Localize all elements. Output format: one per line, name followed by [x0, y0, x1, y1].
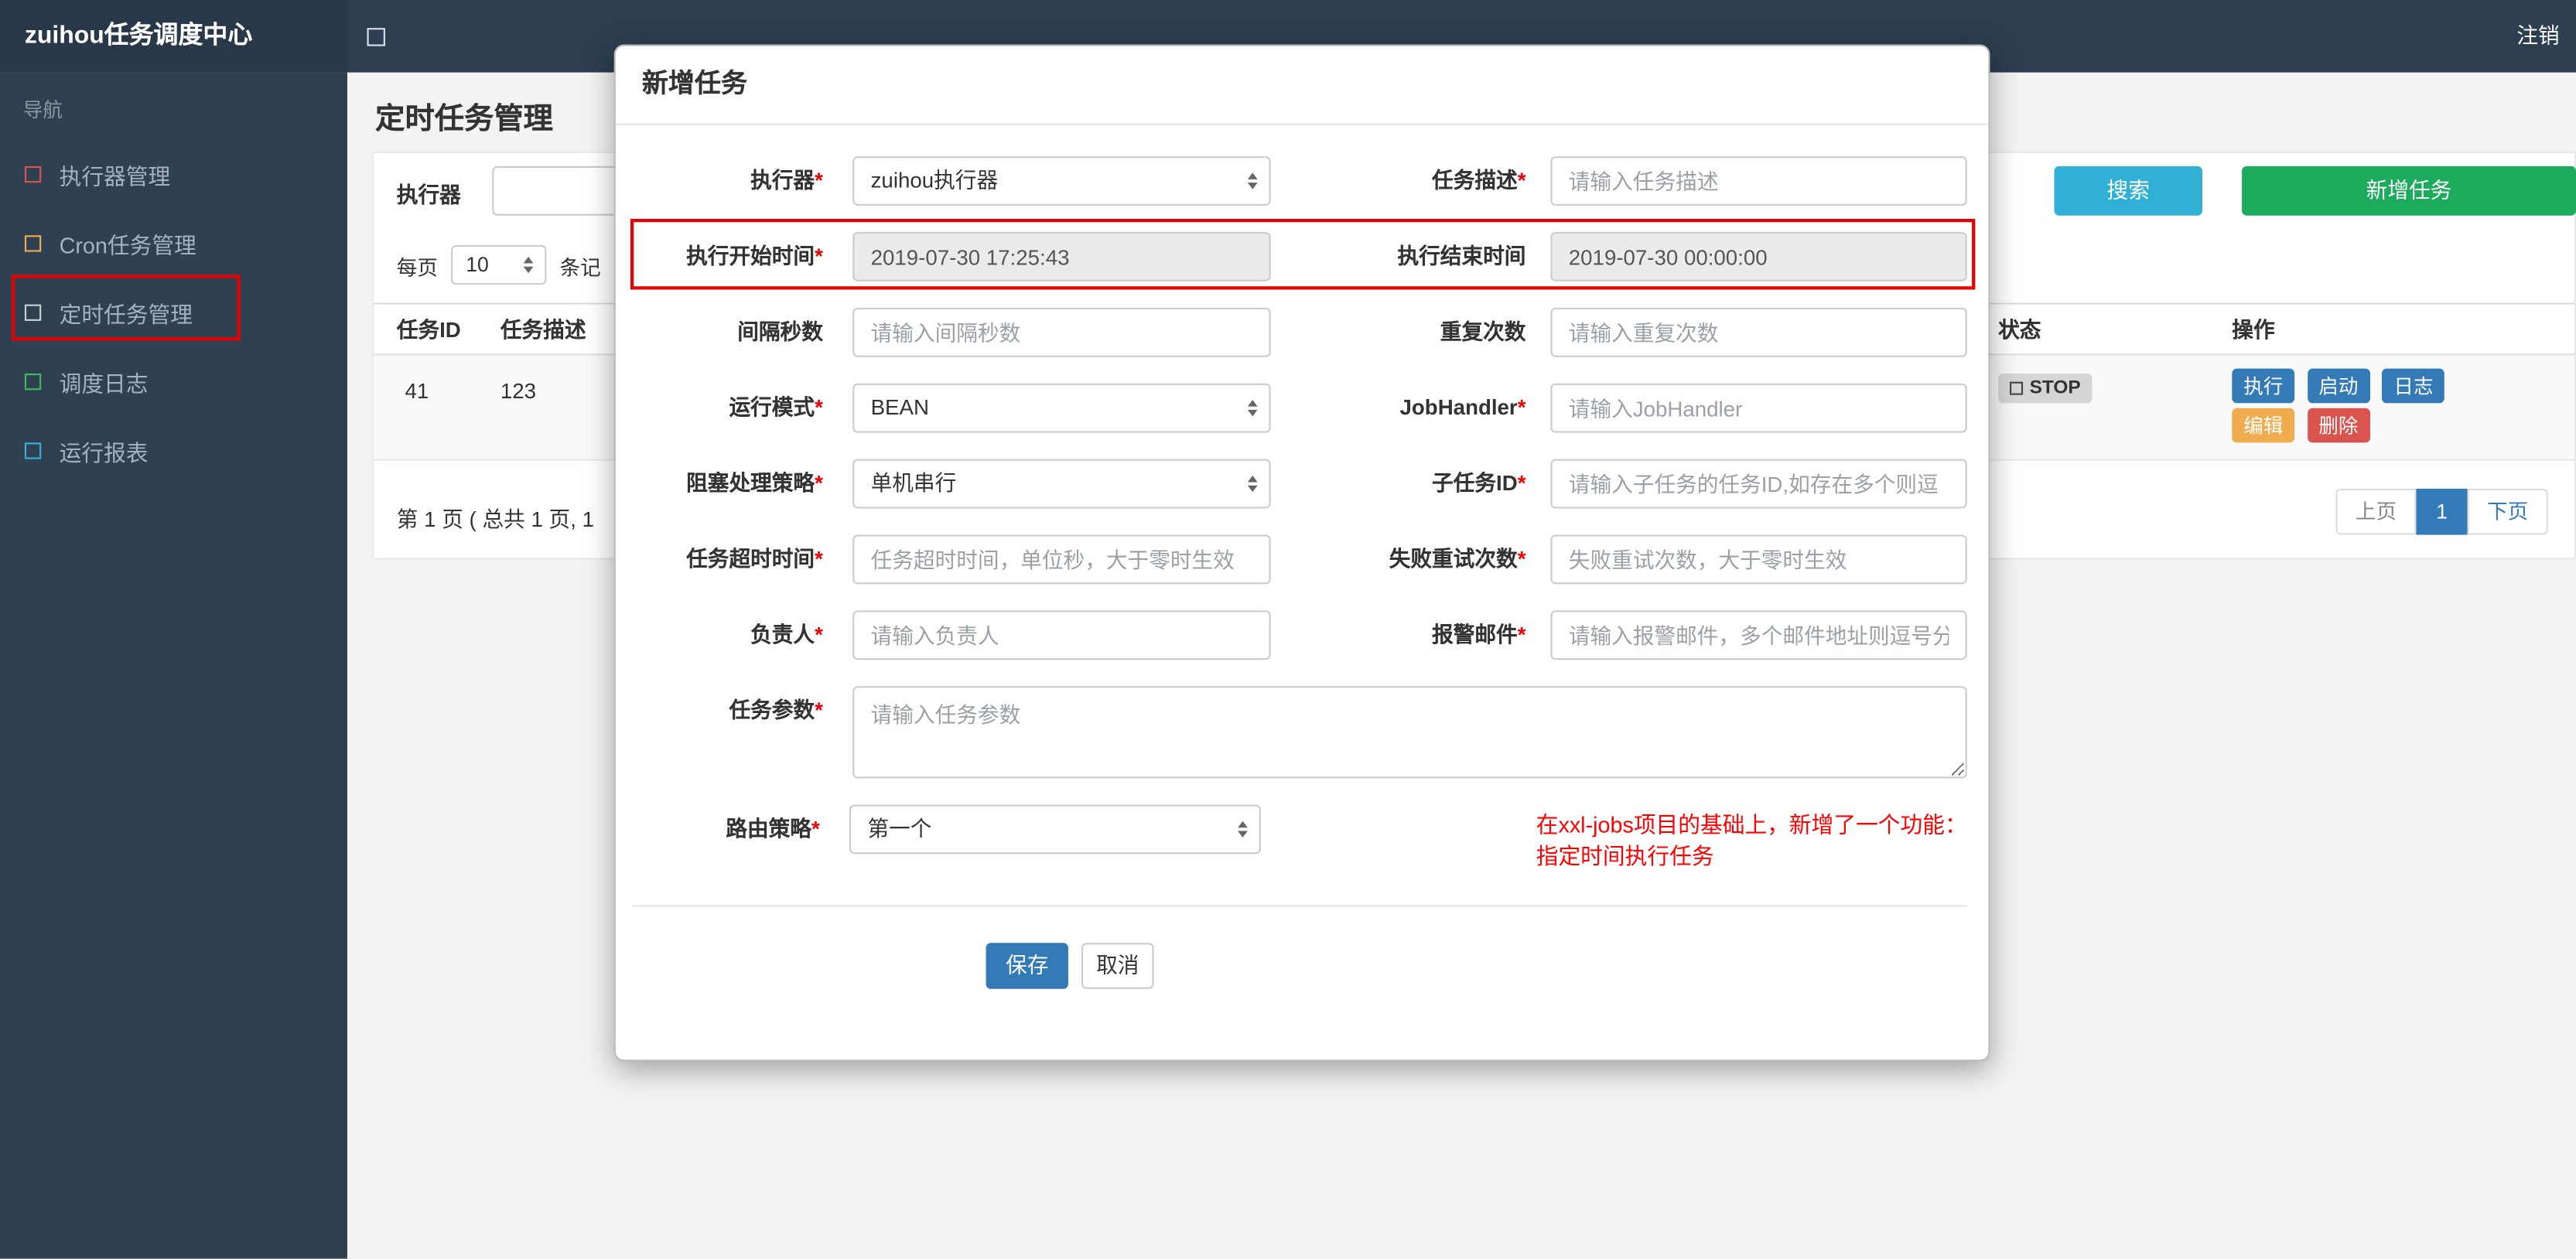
square-icon — [24, 235, 42, 252]
run-button[interactable]: 执行 — [2232, 368, 2295, 404]
interval-input[interactable] — [852, 307, 1271, 357]
sidebar-item-label: 运行报表 — [59, 441, 149, 466]
col-header-task-desc: 任务描述 — [500, 317, 586, 343]
select-arrows-icon — [523, 256, 534, 274]
feature-note-line2: 指定时间执行任务 — [1536, 844, 1714, 869]
modal-body: 执行器* zuihou执行器 任务描述* 执行开始时间* 执行结束时间 间隔秒数… — [616, 125, 1989, 989]
sidebar-item-dispatch-log[interactable]: 调度日志 — [0, 347, 347, 416]
per-page-prefix: 每页 — [396, 255, 439, 279]
col-header-actions: 操作 — [2232, 317, 2275, 343]
timeout-input[interactable] — [852, 534, 1271, 585]
select-arrows-icon — [1247, 475, 1258, 493]
sidebar-item-run-report[interactable]: 运行报表 — [0, 416, 347, 485]
executor-label: 执行器* — [750, 168, 823, 193]
per-page-select[interactable]: 10 — [451, 245, 547, 285]
sidebar-item-label: 执行器管理 — [59, 164, 171, 189]
route-strategy-select[interactable]: 第一个 — [849, 804, 1261, 855]
owner-input[interactable] — [852, 610, 1271, 660]
add-task-modal: 新增任务 执行器* zuihou执行器 任务描述* 执行开始时间* 执行结束时间… — [613, 44, 1990, 1062]
logout-link[interactable]: 注销 — [2516, 0, 2559, 73]
executor-select[interactable]: zuihou执行器 — [852, 156, 1271, 206]
child-job-id-input[interactable] — [1550, 459, 1967, 509]
status-text: STOP — [2029, 378, 2081, 398]
edit-button[interactable]: 编辑 — [2232, 408, 2295, 443]
brand-logo: zuihou任务调度中心 — [0, 0, 347, 73]
sidebar-item-label: Cron任务管理 — [59, 234, 196, 259]
pagination-summary: 第 1 页 ( 总共 1 页, 1 — [396, 507, 594, 532]
end-time-input[interactable] — [1550, 232, 1967, 281]
current-page-button[interactable]: 1 — [2416, 488, 2468, 535]
job-handler-label: JobHandler* — [1399, 394, 1526, 420]
owner-label: 负责人* — [750, 622, 823, 647]
executor-filter-label: 执行器 — [396, 183, 461, 208]
per-page-control: 每页 10 条记 — [397, 245, 601, 285]
block-strategy-label: 阻塞处理策略* — [686, 470, 823, 496]
sidebar-item-label: 定时任务管理 — [59, 302, 193, 328]
note-spacer — [1261, 804, 1512, 872]
square-icon — [24, 165, 42, 183]
job-handler-input[interactable] — [1550, 383, 1967, 433]
route-strategy-label: 路由策略* — [726, 816, 820, 841]
sidebar-item-executor-mgmt[interactable]: 执行器管理 — [0, 140, 347, 209]
per-page-value: 10 — [466, 253, 489, 277]
block-strategy-select[interactable]: 单机串行 — [852, 459, 1271, 509]
modal-header: 新增任务 — [615, 46, 1989, 125]
prev-page-button[interactable]: 上页 — [2335, 488, 2417, 535]
alarm-email-input[interactable] — [1550, 610, 1967, 660]
alarm-email-label: 报警邮件* — [1432, 622, 1526, 647]
per-page-suffix: 条记 — [559, 255, 601, 279]
sidebar-item-scheduled-task-mgmt[interactable]: 定时任务管理 — [0, 278, 347, 347]
start-time-label: 执行开始时间* — [686, 243, 823, 268]
save-button[interactable]: 保存 — [986, 943, 1068, 989]
feature-note: 在xxl-jobs项目的基础上，新增了一个功能： 指定时间执行任务 — [1536, 804, 1967, 872]
pagination: 上页 1 下页 — [2335, 488, 2548, 535]
square-icon — [24, 304, 42, 321]
sidebar-item-label: 调度日志 — [59, 371, 149, 397]
repeat-label: 重复次数 — [1440, 319, 1526, 344]
start-time-input[interactable] — [852, 232, 1271, 281]
sidebar: 导航 执行器管理 Cron任务管理 定时任务管理 调度日志 运行报表 — [0, 72, 347, 1259]
square-icon — [24, 374, 42, 391]
end-time-label: 执行结束时间 — [1397, 243, 1526, 268]
modal-title: 新增任务 — [641, 70, 748, 99]
fail-retry-label: 失败重试次数* — [1389, 546, 1526, 571]
run-mode-label: 运行模式* — [729, 394, 823, 420]
start-button[interactable]: 启动 — [2307, 368, 2370, 404]
sidebar-toggle-icon[interactable] — [367, 28, 385, 46]
cell-task-desc: 123 — [500, 378, 537, 404]
status-badge: STOP — [1998, 374, 2093, 404]
sidebar-item-cron-task-mgmt[interactable]: Cron任务管理 — [0, 209, 347, 278]
status-square-icon — [2010, 381, 2024, 395]
job-desc-label: 任务描述* — [1432, 168, 1526, 193]
child-job-id-label: 子任务ID* — [1432, 470, 1526, 496]
square-icon — [24, 442, 42, 459]
select-arrows-icon — [1247, 172, 1258, 189]
delete-button[interactable]: 删除 — [2307, 408, 2370, 443]
add-task-button[interactable]: 新增任务 — [2242, 165, 2576, 216]
log-button[interactable]: 日志 — [2382, 368, 2445, 404]
action-buttons-row1: 执行 启动 日志 — [2232, 368, 2451, 404]
run-mode-select[interactable]: BEAN — [852, 383, 1271, 433]
select-arrows-icon — [1247, 400, 1258, 417]
sidebar-section-label: 导航 — [22, 98, 63, 122]
col-header-task-id: 任务ID — [396, 317, 461, 343]
job-desc-input[interactable] — [1550, 156, 1967, 206]
modal-footer: 保存 取消 — [632, 905, 1967, 989]
cell-task-id: 41 — [405, 378, 429, 404]
search-button[interactable]: 搜索 — [2054, 165, 2202, 216]
action-buttons-row2: 编辑 删除 — [2232, 408, 2376, 443]
col-header-status: 状态 — [1998, 317, 2041, 343]
interval-label: 间隔秒数 — [737, 319, 823, 344]
select-arrows-icon — [1237, 821, 1248, 838]
app-viewport: zuihou任务调度中心 注销 导航 执行器管理 Cron任务管理 定时任务管理… — [0, 0, 2576, 1259]
feature-note-line1: 在xxl-jobs项目的基础上，新增了一个功能： — [1536, 813, 1967, 838]
job-params-textarea[interactable] — [852, 686, 1967, 779]
fail-retry-input[interactable] — [1550, 534, 1967, 585]
repeat-input[interactable] — [1550, 307, 1967, 357]
timeout-label: 任务超时时间* — [686, 546, 823, 571]
page-title: 定时任务管理 — [375, 101, 553, 135]
job-params-label: 任务参数* — [729, 698, 823, 723]
next-page-button[interactable]: 下页 — [2467, 488, 2548, 535]
cancel-button[interactable]: 取消 — [1081, 943, 1154, 989]
